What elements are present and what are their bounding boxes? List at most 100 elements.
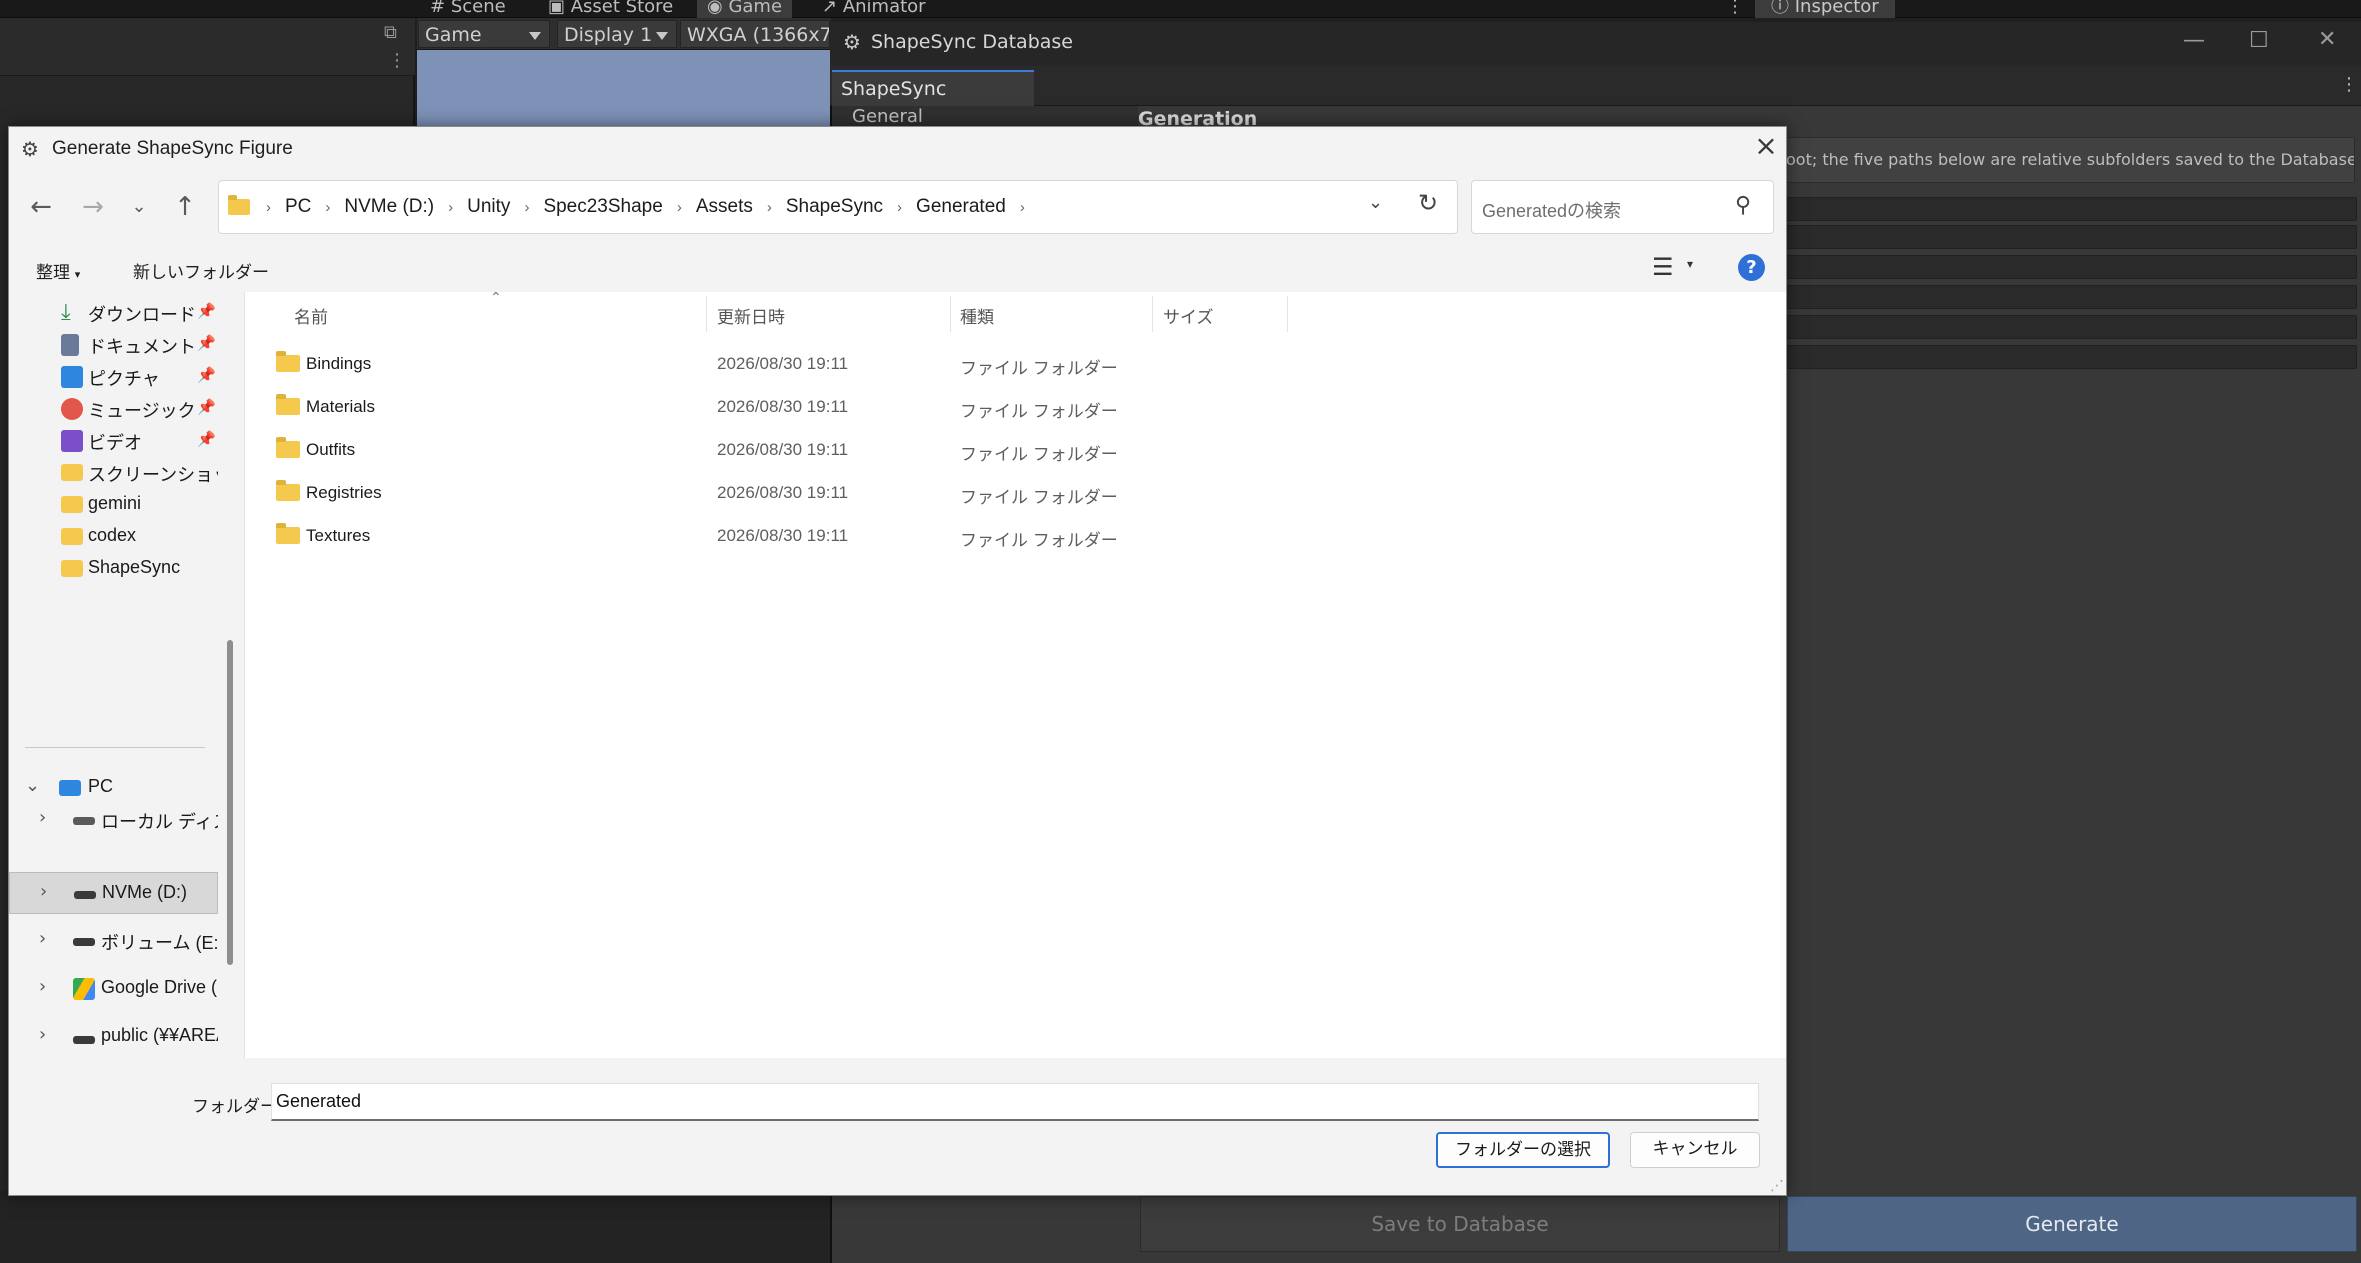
- column-header-size[interactable]: サイズ: [1163, 303, 1214, 328]
- nav-item-nvme[interactable]: › NVMe (D:): [9, 872, 218, 914]
- table-row[interactable]: Registries 2026/08/30 19:11 ファイル フォルダー: [262, 473, 1118, 513]
- organize-button[interactable]: 整理 ▾: [36, 258, 80, 283]
- path-field[interactable]: [1785, 285, 2357, 309]
- up-arrow-icon[interactable]: ↑: [168, 190, 202, 224]
- chevron-down-icon[interactable]: ⌄: [25, 775, 40, 796]
- lock-icon[interactable]: ⧉: [384, 22, 397, 43]
- sidebar-item-general[interactable]: General: [852, 106, 923, 127]
- tab-scene[interactable]: # Scene: [430, 0, 506, 18]
- tab-inspector[interactable]: ⓘ Inspector: [1755, 0, 1895, 18]
- minimize-icon[interactable]: —: [2183, 28, 2205, 53]
- table-row[interactable]: Bindings 2026/08/30 19:11 ファイル フォルダー: [262, 344, 1118, 384]
- cancel-button[interactable]: キャンセル: [1630, 1132, 1760, 1168]
- nav-item-label: PC: [88, 776, 114, 796]
- more-icon[interactable]: ⋮: [1726, 0, 1744, 18]
- save-to-database-button[interactable]: Save to Database: [1140, 1196, 1780, 1252]
- breadcrumb-item[interactable]: Generated: [916, 196, 1006, 218]
- recent-locations-chevron-icon[interactable]: ⌄: [122, 190, 156, 224]
- tab-shapesync-database[interactable]: ShapeSync Database: [832, 70, 1034, 134]
- caret-down-icon: ▾: [74, 269, 81, 281]
- column-divider[interactable]: [1287, 296, 1288, 332]
- select-folder-button[interactable]: フォルダーの選択: [1436, 1132, 1610, 1168]
- game-view-dropdown[interactable]: Game: [418, 20, 550, 48]
- pc-icon: [59, 780, 81, 796]
- column-divider[interactable]: [706, 296, 707, 332]
- window-menu-icon[interactable]: ⋮: [2340, 74, 2358, 95]
- column-divider[interactable]: [1152, 296, 1153, 332]
- tab-asset-store[interactable]: ▣ Asset Store: [548, 0, 673, 18]
- column-divider[interactable]: [950, 296, 951, 332]
- breadcrumb-item[interactable]: NVMe (D:): [344, 196, 434, 218]
- chevron-right-icon[interactable]: ›: [39, 807, 46, 828]
- unity-logo-icon: ⚙: [21, 137, 39, 161]
- chevron-right-icon[interactable]: ›: [39, 976, 46, 997]
- network-drive-icon: [73, 1036, 95, 1044]
- forward-arrow-icon[interactable]: →: [76, 190, 110, 224]
- pin-icon[interactable]: 📌: [197, 430, 216, 448]
- new-folder-button[interactable]: 新しいフォルダー: [133, 258, 269, 283]
- file-date: 2026/08/30 19:11: [717, 397, 849, 416]
- tab-game[interactable]: ◉ Game: [697, 0, 793, 18]
- path-field[interactable]: [1785, 315, 2357, 339]
- close-icon[interactable]: ✕: [2318, 27, 2336, 52]
- folder-icon: [61, 528, 83, 545]
- pin-icon[interactable]: 📌: [197, 398, 216, 416]
- path-field[interactable]: [1785, 255, 2357, 279]
- display-dropdown[interactable]: Display 1: [557, 20, 677, 48]
- nav-item-local-disk[interactable]: › ローカル ディスク: [9, 799, 218, 841]
- help-icon[interactable]: ?: [1738, 254, 1765, 281]
- close-icon[interactable]: ×: [1752, 132, 1780, 161]
- breadcrumb-item[interactable]: Assets: [696, 196, 753, 218]
- resize-grip-icon[interactable]: ⋰: [1770, 1178, 1784, 1194]
- chevron-right-icon[interactable]: ›: [39, 928, 46, 949]
- table-row[interactable]: Materials 2026/08/30 19:11 ファイル フォルダー: [262, 387, 1118, 427]
- breadcrumb-item[interactable]: PC: [285, 196, 311, 218]
- maximize-icon[interactable]: ☐: [2249, 28, 2269, 53]
- pin-icon[interactable]: 📌: [197, 302, 216, 320]
- search-icon[interactable]: ⚲: [1735, 193, 1751, 218]
- folder-input[interactable]: Generated: [271, 1083, 1759, 1121]
- chevron-right-icon[interactable]: ›: [325, 199, 330, 216]
- chevron-right-icon[interactable]: ›: [677, 199, 682, 216]
- table-row[interactable]: Outfits 2026/08/30 19:11 ファイル フォルダー: [262, 430, 1118, 470]
- column-header-type[interactable]: 種類: [960, 303, 994, 328]
- chevron-right-icon[interactable]: ›: [40, 881, 47, 902]
- tab-game-label: Game: [728, 0, 783, 17]
- breadcrumb-item[interactable]: ShapeSync: [786, 196, 883, 218]
- breadcrumb-item[interactable]: Unity: [467, 196, 510, 218]
- generate-button[interactable]: Generate: [1787, 1196, 2357, 1252]
- search-placeholder: Generatedの検索: [1482, 201, 1622, 221]
- address-history-chevron-icon[interactable]: ⌄: [1368, 192, 1383, 213]
- tab-animator[interactable]: ↗ Animator: [822, 0, 926, 18]
- chevron-right-icon[interactable]: ›: [897, 199, 902, 216]
- path-field[interactable]: [1785, 345, 2357, 369]
- column-header-date[interactable]: 更新日時: [717, 303, 785, 328]
- view-options-icon[interactable]: ☰: [1652, 253, 1674, 281]
- back-arrow-icon[interactable]: ←: [24, 190, 58, 224]
- pin-icon[interactable]: 📌: [197, 334, 216, 352]
- refresh-icon[interactable]: ↻: [1418, 189, 1438, 217]
- picture-icon: [61, 366, 83, 388]
- chevron-right-icon[interactable]: ›: [767, 199, 772, 216]
- breadcrumb-item[interactable]: Spec23Shape: [543, 196, 662, 218]
- nav-item-shapesync[interactable]: ShapeSync: [9, 548, 218, 590]
- file-name: Outfits: [306, 440, 356, 459]
- nav-scrollbar[interactable]: [227, 640, 233, 965]
- nav-item-volume-e[interactable]: › ボリューム (E:): [9, 920, 218, 962]
- path-field[interactable]: [1785, 225, 2357, 249]
- nav-item-google-drive[interactable]: › Google Drive (: [9, 968, 218, 1010]
- table-row[interactable]: Textures 2026/08/30 19:11 ファイル フォルダー: [262, 516, 1118, 556]
- chevron-right-icon[interactable]: ›: [448, 199, 453, 216]
- chevron-right-icon[interactable]: ›: [1020, 199, 1025, 216]
- folder-icon: [276, 394, 300, 415]
- chevron-right-icon[interactable]: ›: [524, 199, 529, 216]
- caret-down-icon[interactable]: ▾: [1687, 257, 1693, 271]
- column-header-name[interactable]: 名前: [294, 303, 328, 328]
- resolution-dropdown[interactable]: WXGA (1366x768): [680, 20, 830, 48]
- nav-item-public[interactable]: › public (¥¥AREA: [9, 1016, 218, 1058]
- folder-icon: [276, 523, 300, 544]
- pin-icon[interactable]: 📌: [197, 366, 216, 384]
- panel-menu-icon[interactable]: ⋮: [388, 50, 406, 71]
- chevron-right-icon[interactable]: ›: [39, 1024, 46, 1045]
- path-field[interactable]: [1785, 197, 2357, 221]
